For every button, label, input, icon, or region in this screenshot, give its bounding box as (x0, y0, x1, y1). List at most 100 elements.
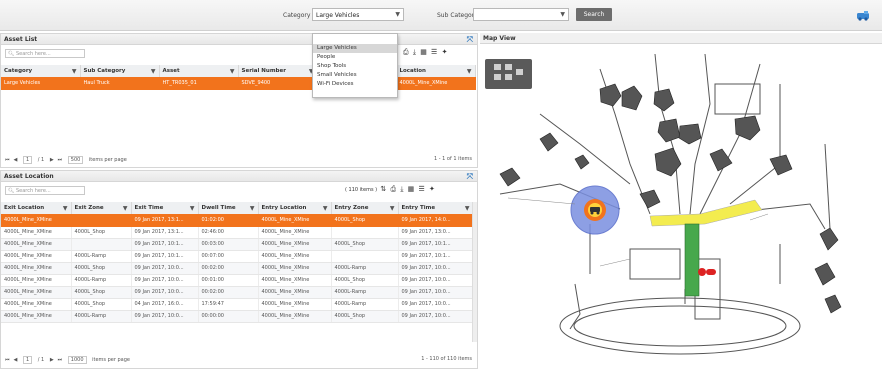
table-row[interactable]: 4000L_Mine_XMine 09 Jan 2017, 10:1... 00:0… (1, 238, 474, 251)
column-label: Location (399, 67, 426, 74)
first-page-icon[interactable]: ⏮ (5, 157, 10, 163)
filter-icon[interactable]: ▼ (72, 68, 77, 75)
column-header-exit-location[interactable]: Exit Location ▼ (1, 202, 72, 214)
download-icon[interactable]: ⤓ (400, 185, 404, 193)
next-page-icon[interactable]: ▶ (50, 357, 54, 363)
expand-icon[interactable]: ⤧ (467, 35, 473, 45)
search-button[interactable]: Search (576, 8, 612, 21)
asset-list-table: Category ▼ Sub Category ▼ Asset ▼ Serial Nu… (1, 65, 476, 90)
filter-icon[interactable]: ▼ (250, 205, 255, 212)
vehicle-logo-icon[interactable] (856, 10, 870, 21)
filter-icon[interactable]: ▼ (467, 68, 472, 75)
filter-icon[interactable]: ▼ (323, 205, 328, 212)
next-page-icon[interactable]: ▶ (50, 157, 54, 163)
column-header-location[interactable]: Location ▼ (396, 65, 476, 77)
table-cell: 4000L_Mine_XMine (258, 298, 332, 311)
page-size-select[interactable]: 500 (67, 156, 84, 164)
filter-icon[interactable]: ▼ (151, 68, 156, 75)
table-scrollbar[interactable] (472, 202, 477, 342)
download-icon[interactable]: ⤓ (413, 48, 417, 56)
page-size-select[interactable]: 1000 (67, 356, 87, 364)
calendar-icon[interactable]: ▦ (420, 48, 428, 56)
filter-icon[interactable]: ▼ (465, 205, 470, 212)
grid-icon[interactable]: ☰ (419, 185, 426, 193)
column-header-asset[interactable]: Asset ▼ (159, 65, 239, 77)
table-row[interactable]: 4000L_Mine_XMine 4000L-Ramp 09 Jan 2017, 1… (1, 310, 474, 323)
table-cell: 00:02:00 (198, 262, 259, 275)
prev-page-icon[interactable]: ◀ (14, 157, 18, 163)
dropdown-item-large-vehicles[interactable]: Large Vehicles (313, 44, 397, 53)
sensor-marker-icon[interactable] (698, 268, 706, 276)
table-row[interactable]: 4000L_Mine_XMine 4000L-Ramp 09 Jan 2017, 1… (1, 250, 474, 263)
category-label: Category (283, 12, 311, 19)
filter-icon[interactable]: ▼ (190, 205, 195, 212)
table-cell: 09 Jan 2017, 10:0... (131, 262, 199, 275)
asset-search-input[interactable]: 🔍︎ Search here... (5, 49, 85, 58)
grid-icon[interactable]: ☰ (431, 48, 438, 56)
table-row[interactable]: 4000L_Mine_XMine 4000L_Shop 09 Jan 2017, 1… (1, 262, 474, 275)
table-row[interactable]: 4000L_Mine_XMine 4000L_Shop 04 Jan 2017, 1… (1, 298, 474, 311)
filter-icon[interactable]: ▼ (63, 205, 68, 212)
table-cell: 09 Jan 2017, 13:1... (131, 214, 199, 227)
chevron-down-icon: ▼ (395, 11, 400, 18)
column-label: Entry Location (261, 204, 307, 211)
location-search-input[interactable]: 🔍︎ Search here... (5, 186, 85, 195)
table-cell: 4000L_Mine_XMine (258, 310, 332, 323)
filter-icon[interactable]: ▼ (123, 205, 128, 212)
column-label: Entry Zone (334, 204, 369, 211)
settings-icon[interactable]: ✦ (442, 48, 449, 56)
page-input[interactable]: 1 (22, 356, 33, 364)
filter-icon[interactable]: ▼ (230, 68, 235, 75)
column-label: Entry Time (401, 204, 436, 211)
table-cell: Haul Truck (80, 77, 160, 90)
table-cell: 4000L_Mine_XMine (1, 250, 72, 263)
table-row[interactable]: 4000L_Mine_XMine 4000L_Shop 09 Jan 2017, 1… (1, 226, 474, 239)
last-page-icon[interactable]: ⏭ (58, 357, 63, 363)
mine-map[interactable] (480, 44, 882, 369)
table-row[interactable]: 4000L_Mine_XMine 4000L_Shop 09 Jan 2017, 1… (1, 286, 474, 299)
column-header-exit-time[interactable]: Exit Time ▼ (131, 202, 199, 214)
page-input[interactable]: 1 (22, 156, 33, 164)
highlighted-road (649, 199, 763, 227)
dropdown-item-shop-tools[interactable]: Shop Tools (313, 62, 397, 71)
settings-icon[interactable]: ✦ (429, 185, 436, 193)
asset-toolbar: ⎙ ⤓ ▦ ☰ ✦ (403, 48, 448, 57)
filter-icon[interactable]: ▼ (390, 205, 395, 212)
column-header-subcategory[interactable]: Sub Category ▼ (80, 65, 160, 77)
table-row[interactable]: 4000L_Mine_XMine 09 Jan 2017, 13:1... 01:0… (1, 214, 474, 227)
table-cell: 4000L_Shop (331, 214, 399, 227)
category-select[interactable]: Large Vehicles ▼ (312, 8, 404, 21)
print-icon[interactable]: ⎙ (390, 185, 397, 193)
table-cell: 4000L_Mine_XMine (396, 77, 476, 90)
first-page-icon[interactable]: ⏮ (5, 357, 10, 363)
column-label: Exit Zone (74, 204, 104, 211)
dropdown-item-people[interactable]: People (313, 53, 397, 62)
table-cell (331, 250, 399, 263)
table-row[interactable]: 4000L_Mine_XMine 4000L-Ramp 09 Jan 2017, 1… (1, 274, 474, 287)
table-cell: 4000L-Ramp (71, 310, 132, 323)
table-cell: 4000L_Shop (331, 238, 399, 251)
sort-icon[interactable]: ⇅ (380, 185, 387, 193)
column-header-dwell-time[interactable]: Dwell Time ▼ (198, 202, 259, 214)
column-header-entry-location[interactable]: Entry Location ▼ (258, 202, 332, 214)
column-header-exit-zone[interactable]: Exit Zone ▼ (71, 202, 132, 214)
table-row[interactable]: Large Vehicles Haul Truck HT_TR035_01 SD… (1, 77, 476, 90)
print-icon[interactable]: ⎙ (403, 48, 410, 56)
last-page-icon[interactable]: ⏭ (58, 157, 63, 163)
column-header-entry-time[interactable]: Entry Time ▼ (398, 202, 474, 214)
column-label: Serial Number (241, 67, 286, 74)
table-cell: 09 Jan 2017, 13:0... (398, 226, 474, 239)
column-header-category[interactable]: Category ▼ (1, 65, 81, 77)
column-header-serial[interactable]: Serial Number▼ (238, 65, 318, 77)
prev-page-icon[interactable]: ◀ (14, 357, 18, 363)
vehicle-marker-icon[interactable] (584, 199, 606, 221)
expand-icon[interactable]: ⤧ (467, 172, 473, 182)
map-pan-control-icon[interactable] (485, 59, 532, 89)
column-header-entry-zone[interactable]: Entry Zone ▼ (331, 202, 399, 214)
table-cell: 00:00:00 (198, 310, 259, 323)
subcategory-select[interactable]: ▼ (473, 8, 569, 21)
dropdown-item-wifi-devices[interactable]: Wi-Fi Devices (313, 80, 397, 89)
dropdown-item-small-vehicles[interactable]: Small Vehicles (313, 71, 397, 80)
table-cell: 4000L_Shop (331, 310, 399, 323)
calendar-icon[interactable]: ▦ (408, 185, 416, 193)
